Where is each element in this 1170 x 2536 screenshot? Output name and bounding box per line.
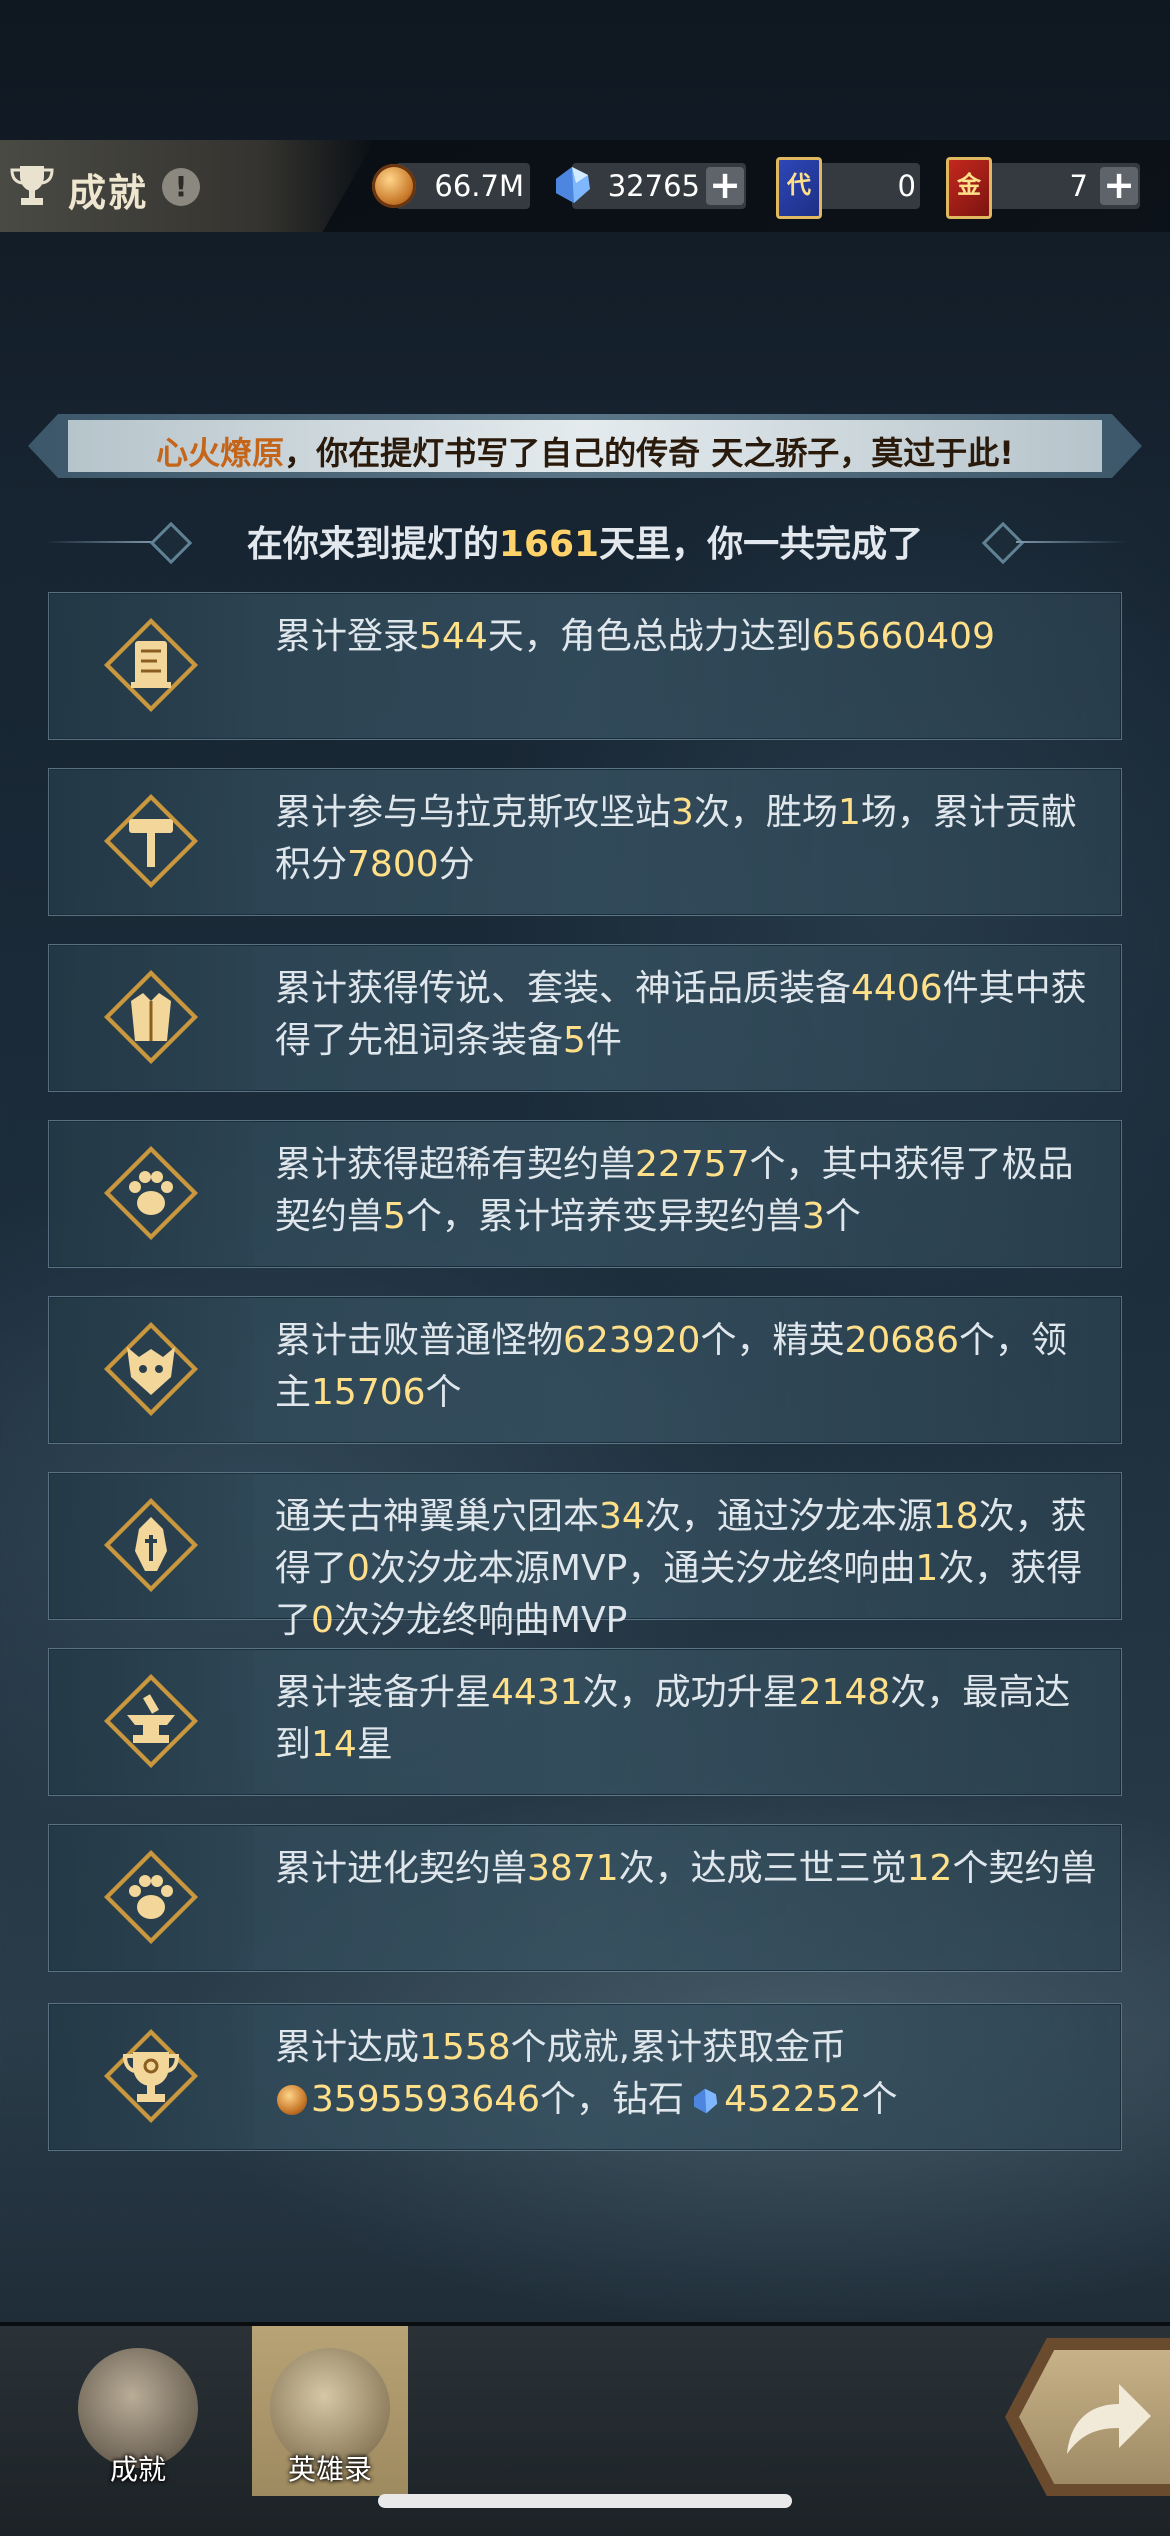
achievement-text: 累计达成1558个成就,累计获取金币 3595593646个，钻石 452252个 <box>275 2027 898 2120</box>
dragon-helm-icon <box>104 1498 198 1592</box>
achievement-row: 累计获得超稀有契约兽22757个，其中获得了极品契约兽5个，累计培养变异契约兽3… <box>48 1120 1122 1268</box>
trophy-icon <box>10 166 54 205</box>
gold-card-icon: 金 <box>946 157 992 219</box>
achievement-text: 累计击败普通怪物623920个，精英20686个，领主15706个 <box>275 1320 1068 1413</box>
tab-hero-record[interactable]: 英雄录 <box>252 2326 408 2496</box>
page-title-tab: 成就 ! <box>0 140 375 232</box>
achievement-row: 累计装备升星4431次，成功升星2148次，最高达到14星 <box>48 1648 1122 1796</box>
share-arrow-icon <box>1067 2384 1151 2454</box>
gold-coin-icon <box>277 2085 307 2115</box>
hammer-icon <box>104 794 198 888</box>
achievement-row: 累计登录544天，角色总战力达到65660409 <box>48 592 1122 740</box>
add-gold-card-button[interactable]: + <box>1100 166 1138 205</box>
days-summary: 在你来到提灯的1661天里，你一共完成了 <box>246 524 924 565</box>
paw-icon <box>104 1146 198 1240</box>
info-icon[interactable]: ! <box>162 168 200 206</box>
scroll-icon <box>104 618 198 712</box>
gold-card-counter: 金 7 + <box>946 157 1140 219</box>
gold-card-value: 7 <box>1069 169 1088 203</box>
achievement-text: 累计装备升星4431次，成功升星2148次，最高达到14星 <box>275 1672 1071 1765</box>
tab-achievements[interactable]: 成就 <box>60 2326 216 2496</box>
gold-counter: 66.7M <box>372 163 530 209</box>
days-count: 1661 <box>498 524 600 565</box>
achievement-text: 累计获得传说、套装、神话品质装备4406件其中获得了先祖词条装备5件 <box>275 968 1087 1061</box>
banner-text: ，你在提灯书写了自己的传奇 天之骄子，莫过于此! <box>284 434 1014 472</box>
achievement-row: 通关古神翼巢穴团本34次，通过汐龙本源18次，获得了0次汐龙本源MVP，通关汐龙… <box>48 1472 1122 1641</box>
home-indicator <box>378 2494 792 2508</box>
anvil-icon <box>104 1674 198 1768</box>
achievement-row: 累计参与乌拉克斯攻坚站3次，胜场1场，累计贡献积分7800分 <box>48 768 1122 916</box>
diamond-value: 32765 <box>607 169 700 203</box>
achievement-text: 累计获得超稀有契约兽22757个，其中获得了极品契约兽5个，累计培养变异契约兽3… <box>275 1144 1074 1237</box>
token-card-value: 0 <box>897 169 916 203</box>
add-diamond-button[interactable]: + <box>706 166 744 205</box>
token-card-icon: 代 <box>776 157 822 219</box>
achievement-row: 累计进化契约兽3871次，达成三世三觉12个契约兽 <box>48 1824 1122 1972</box>
token-card-counter: 代 0 <box>776 157 920 219</box>
achievement-text: 通关古神翼巢穴团本34次，通过汐龙本源18次，获得了0次汐龙本源MVP，通关汐龙… <box>275 1496 1087 1641</box>
diamond-icon <box>556 167 590 203</box>
achievement-row: 累计击败普通怪物623920个，精英20686个，领主15706个 <box>48 1296 1122 1444</box>
banner-highlight: 心火燎原 <box>156 434 285 472</box>
achievement-row: 累计获得传说、套装、神话品质装备4406件其中获得了先祖词条装备5件 <box>48 944 1122 1092</box>
achievement-text: 累计进化契约兽3871次，达成三世三觉12个契约兽 <box>275 1848 1097 1889</box>
paw-icon <box>104 1850 198 1944</box>
achievement-text: 累计参与乌拉克斯攻坚站3次，胜场1场，累计贡献积分7800分 <box>275 792 1077 885</box>
page-title: 成就 <box>68 171 149 215</box>
diamond-counter: 32765 + <box>550 163 746 209</box>
trophy-badge-icon <box>104 2029 198 2123</box>
achievement-row-total: 累计达成1558个成就,累计获取金币 3595593646个，钻石 452252个 <box>48 2003 1122 2151</box>
armor-icon <box>104 970 198 1064</box>
title-banner: 心火燎原，你在提灯书写了自己的传奇 天之骄子，莫过于此! <box>28 414 1142 478</box>
achievement-text: 累计登录544天，角色总战力达到65660409 <box>275 616 995 657</box>
demon-mask-icon <box>104 1322 198 1416</box>
diamond-icon <box>694 2088 718 2114</box>
gold-value: 66.7M <box>434 169 524 203</box>
gold-coin-icon <box>372 164 416 208</box>
